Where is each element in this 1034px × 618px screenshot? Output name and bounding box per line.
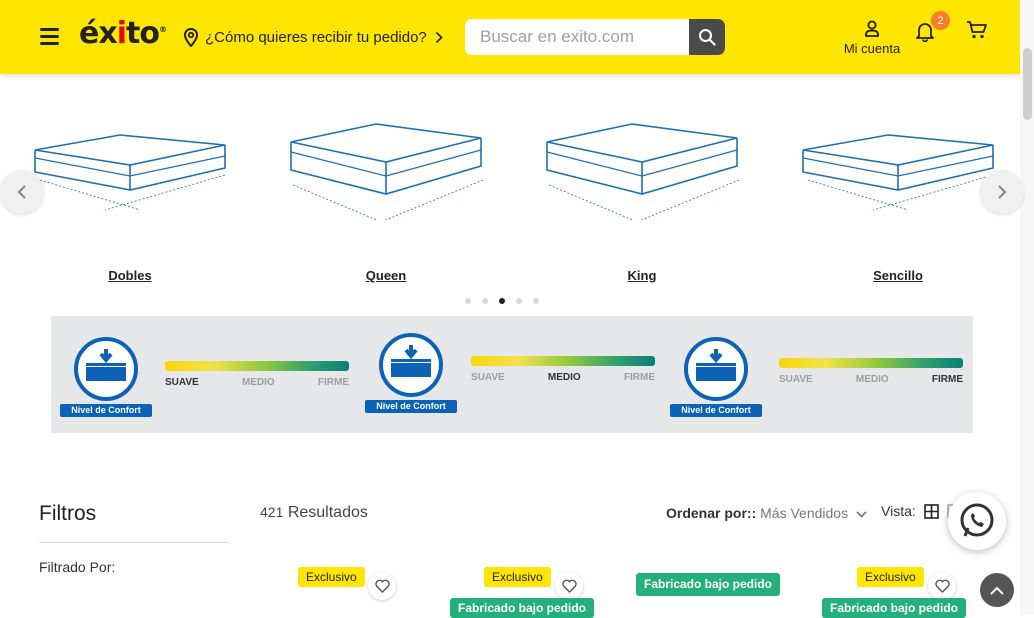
scale-label-suave: SUAVE (779, 374, 813, 385)
exclusive-tag: Exclusivo (857, 567, 924, 587)
whatsapp-icon (960, 503, 994, 537)
scale-label-medio: MEDIO (855, 374, 889, 385)
favorite-button[interactable] (368, 572, 396, 600)
results-summary: 421 Resultados (260, 504, 368, 522)
exclusive-tag: Exclusivo (484, 567, 551, 587)
scale-label-firme: FIRME (317, 377, 349, 388)
chevron-up-icon (990, 586, 1004, 595)
mattress-sencillo-icon (802, 134, 994, 211)
sort-selector[interactable]: Ordenar por:: Más Vendidos (666, 505, 867, 521)
scale-label-medio: MEDIO (547, 372, 581, 383)
cart-icon (967, 21, 987, 39)
sort-label: Ordenar por:: (666, 505, 757, 521)
search-input[interactable] (465, 19, 689, 55)
filters-divider (39, 542, 229, 543)
made-to-order-tag: Fabricado bajo pedido (636, 573, 781, 596)
location-text: ¿Cómo quieres recibir tu pedido? (205, 28, 427, 46)
exito-logo[interactable]: éxito® (79, 16, 167, 51)
scale-label-suave: SUAVE (471, 372, 505, 383)
category-label: King (627, 268, 657, 283)
category-dobles[interactable]: Dobles (25, 110, 235, 283)
view-label: Vista: (881, 503, 916, 519)
carousel-pagination (465, 298, 539, 304)
hamburger-menu-icon[interactable] (40, 28, 59, 45)
scale-label-firme: FIRME (623, 372, 655, 383)
comfort-block-suave: Nivel de Confort SUAVE MEDIO FIRME (51, 316, 357, 433)
carousel-dot[interactable] (465, 298, 471, 304)
account-button[interactable]: Mi cuenta (838, 20, 906, 56)
carousel-dot[interactable] (482, 298, 488, 304)
chevron-right-icon (435, 31, 443, 43)
scale-label-suave: SUAVE (165, 377, 199, 388)
category-sencillo[interactable]: Sencillo (793, 110, 1003, 283)
comfort-level-banner[interactable]: Nivel de Confort SUAVE MEDIO FIRME Nivel… (51, 316, 973, 433)
grid-view-icon[interactable] (923, 503, 939, 519)
category-label: Queen (365, 268, 407, 283)
results-label: Resultados (287, 504, 368, 521)
heart-icon (934, 579, 950, 593)
chevron-down-icon (856, 511, 867, 518)
exclusive-tag: Exclusivo (298, 567, 365, 587)
user-icon (865, 20, 879, 37)
category-label: Dobles (108, 268, 152, 283)
delivery-location-selector[interactable]: ¿Cómo quieres recibir tu pedido? (183, 26, 449, 48)
search-icon (699, 29, 716, 46)
carousel-dot[interactable] (533, 298, 539, 304)
comfort-mattress-icon (74, 337, 138, 401)
heart-icon (374, 579, 390, 593)
category-label: Sencillo (873, 268, 923, 283)
filters-title: Filtros (39, 502, 97, 525)
notifications-count-badge: 2 (931, 11, 950, 30)
mattress-dobles-icon (34, 134, 226, 211)
carousel-dot-active[interactable] (499, 298, 505, 304)
comfort-badge-label: Nivel de Confort (60, 404, 152, 417)
location-pin-icon (183, 27, 199, 47)
made-to-order-tag: Fabricado bajo pedido (822, 598, 967, 618)
comfort-mattress-icon (379, 333, 443, 397)
comfort-badge-label: Nivel de Confort (365, 400, 457, 413)
carousel-next-button[interactable] (980, 170, 1024, 214)
chevron-right-icon (998, 185, 1007, 199)
sort-value: Más Vendidos (760, 505, 849, 521)
scale-label-medio: MEDIO (241, 377, 275, 388)
heart-icon (561, 579, 577, 593)
comfort-scale-bar (165, 361, 349, 371)
scrollbar-thumb[interactable] (1023, 48, 1032, 120)
mattress-queen-icon (290, 123, 484, 220)
search-bar (465, 19, 725, 55)
page-scrollbar[interactable] (1020, 0, 1034, 615)
category-king[interactable]: King (537, 110, 747, 283)
category-queen[interactable]: Queen (281, 110, 491, 283)
filtered-by-label: Filtrado Por: (39, 559, 116, 575)
whatsapp-button[interactable] (948, 492, 1006, 550)
comfort-block-medio: Nivel de Confort SUAVE MEDIO FIRME (357, 316, 663, 433)
scale-label-firme: FIRME (931, 374, 963, 385)
favorite-button[interactable] (928, 572, 956, 600)
search-button[interactable] (689, 19, 725, 55)
top-header: éxito® ¿Cómo quieres recibir tu pedido? … (0, 0, 1034, 74)
back-to-top-button[interactable] (980, 573, 1014, 607)
results-count: 421 (260, 504, 284, 520)
comfort-scale-bar (779, 358, 963, 368)
made-to-order-tag: Fabricado bajo pedido (450, 598, 595, 618)
comfort-mattress-icon (684, 337, 748, 401)
comfort-block-firme: Nivel de Confort SUAVE MEDIO FIRME (663, 316, 969, 433)
carousel-dot[interactable] (516, 298, 522, 304)
comfort-badge-label: Nivel de Confort (670, 404, 762, 417)
comfort-scale-bar (471, 356, 655, 366)
cart-button[interactable] (966, 20, 988, 45)
favorite-button[interactable] (555, 572, 583, 600)
account-label: Mi cuenta (843, 41, 901, 56)
mattress-king-icon (546, 123, 740, 220)
